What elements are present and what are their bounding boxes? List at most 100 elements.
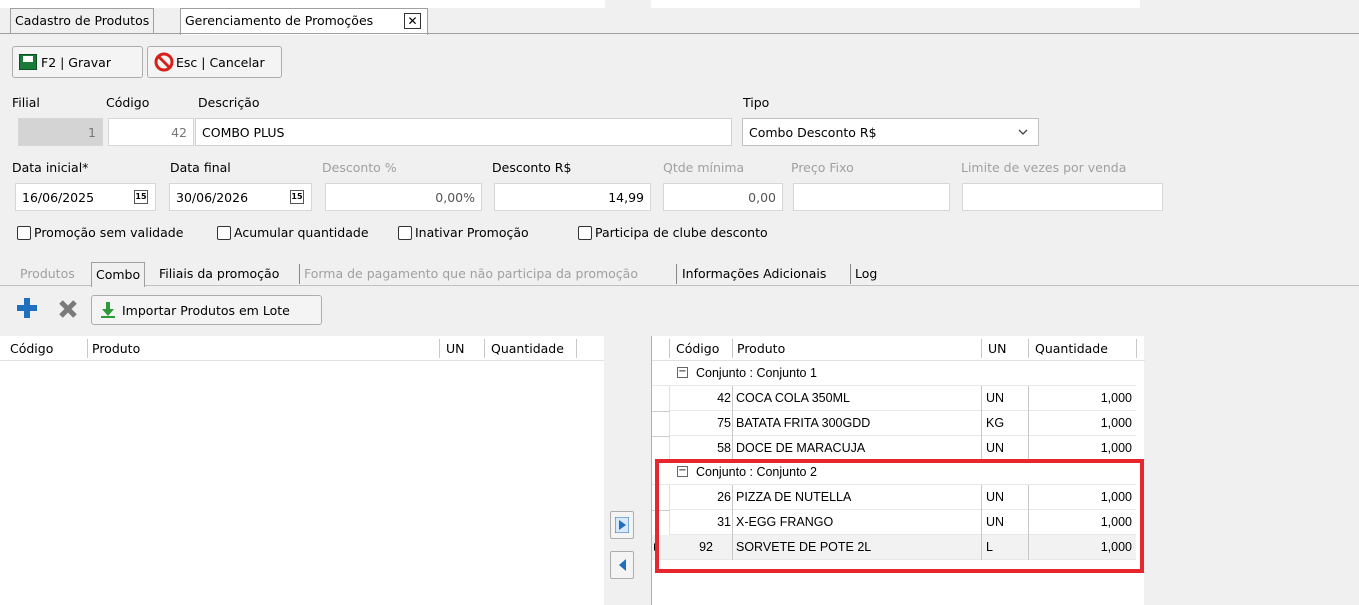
- table-row[interactable]: 26 PIZZA DE NUTELLA UN 1,000: [670, 485, 1136, 510]
- subtab-filiais[interactable]: Filiais da promoção: [157, 262, 281, 286]
- table-row-selected[interactable]: 92 SORVETE DE POTE 2L L 1,000: [652, 535, 1136, 560]
- left-grid[interactable]: Código Produto UN Quantidade: [0, 336, 604, 605]
- col-separator: [484, 339, 485, 358]
- table-row[interactable]: 75 BATATA FRITA 300GDD KG 1,000: [670, 411, 1136, 436]
- descricao-field[interactable]: COMBO PLUS: [195, 118, 732, 146]
- data-inicial-label: Data inicial*: [12, 160, 89, 175]
- subtab-separator: [299, 264, 300, 284]
- checkbox-label: Participa de clube desconto: [595, 225, 768, 240]
- group-row-conjunto-1[interactable]: − Conjunto : Conjunto 1: [652, 362, 1136, 386]
- col-separator: [1028, 411, 1029, 436]
- col-separator: [1028, 339, 1029, 358]
- promocao-sem-validade-checkbox[interactable]: Promoção sem validade: [17, 225, 183, 240]
- row-divider: [652, 510, 670, 511]
- delete-icon[interactable]: [57, 298, 79, 320]
- subtab-combo[interactable]: Combo: [91, 262, 146, 287]
- acumular-quantidade-checkbox[interactable]: Acumular quantidade: [217, 225, 369, 240]
- col-header-un[interactable]: UN: [988, 341, 1007, 356]
- col-header-un[interactable]: UN: [446, 341, 465, 356]
- top-strip-segment: [605, 0, 651, 8]
- inativar-promocao-checkbox[interactable]: Inativar Promoção: [398, 225, 529, 240]
- right-grid[interactable]: Código Produto UN Quantidade − Conjunto …: [651, 336, 1145, 605]
- participa-clube-checkbox[interactable]: Participa de clube desconto: [578, 225, 768, 240]
- top-strip: [0, 0, 1359, 8]
- checkbox-box: [398, 225, 412, 240]
- table-row[interactable]: 31 X-EGG FRANGO UN 1,000: [670, 510, 1136, 535]
- group-row-conjunto-2[interactable]: − Conjunto : Conjunto 2: [652, 461, 1136, 485]
- subtab-separator: [676, 264, 677, 284]
- subtab-label: Produtos: [20, 266, 75, 281]
- row-code: 31: [717, 515, 731, 529]
- codigo-field[interactable]: 42: [108, 118, 194, 146]
- col-header-quantidade[interactable]: Quantidade: [1035, 341, 1108, 356]
- qtde-minima-field[interactable]: 0,00: [663, 183, 783, 211]
- desconto-rs-value: 14,99: [608, 189, 644, 205]
- chevron-down-icon: [1018, 129, 1028, 135]
- col-header-produto[interactable]: Produto: [92, 341, 140, 356]
- top-strip-segment: [1140, 0, 1359, 8]
- data-inicial-field[interactable]: 16/06/2025 15: [15, 183, 156, 211]
- col-separator: [981, 485, 982, 510]
- table-row[interactable]: 58 DOCE DE MARACUJA UN 1,000: [670, 436, 1136, 461]
- codigo-label: Código: [106, 95, 150, 110]
- subtab-separator: [850, 264, 851, 284]
- tab-gerenciamento-promocoes[interactable]: Gerenciamento de Promoções ✕: [180, 8, 428, 35]
- group-label: Conjunto : Conjunto 1: [696, 366, 817, 380]
- save-button[interactable]: F2 | Gravar: [12, 46, 143, 78]
- calendar-icon[interactable]: 15: [290, 190, 304, 204]
- row-un: UN: [986, 515, 1005, 529]
- col-separator: [981, 386, 982, 411]
- cancel-icon: [154, 52, 174, 72]
- row-un: UN: [986, 490, 1005, 504]
- checkbox-box: [578, 225, 592, 240]
- move-right-button[interactable]: [610, 511, 634, 539]
- subtab-produtos[interactable]: Produtos: [18, 262, 77, 286]
- add-icon[interactable]: [15, 296, 39, 320]
- col-header-codigo[interactable]: Código: [676, 341, 719, 356]
- import-icon: [101, 302, 115, 318]
- col-separator: [732, 339, 733, 358]
- tab-cadastro-produtos[interactable]: Cadastro de Produtos: [10, 8, 155, 34]
- col-separator: [1028, 436, 1029, 461]
- desconto-pct-value: 0,00%: [435, 189, 475, 205]
- tipo-select[interactable]: Combo Desconto R$: [742, 118, 1039, 146]
- collapse-icon[interactable]: −: [677, 367, 688, 378]
- subtab-log[interactable]: Log: [853, 262, 879, 286]
- desconto-rs-field[interactable]: 14,99: [494, 183, 651, 211]
- col-header-codigo[interactable]: Código: [10, 341, 53, 356]
- filial-field[interactable]: 1: [18, 118, 103, 146]
- subtab-forma-pagamento[interactable]: Forma de pagamento que não participa da …: [302, 262, 640, 286]
- col-header-quantidade[interactable]: Quantidade: [491, 341, 564, 356]
- col-separator: [732, 411, 733, 436]
- row-un: KG: [986, 416, 1005, 430]
- data-final-field[interactable]: 30/06/2026 15: [169, 183, 312, 211]
- limite-vezes-label: Limite de vezes por venda: [961, 160, 1127, 175]
- cancel-label: Esc | Cancelar: [176, 54, 265, 70]
- group-label: Conjunto : Conjunto 2: [696, 465, 817, 479]
- col-separator: [981, 510, 982, 535]
- subtab-informacoes[interactable]: Informações Adicionais: [680, 262, 828, 286]
- row-qty: 1,000: [1100, 515, 1132, 529]
- qtde-minima-label: Qtde mínima: [663, 160, 745, 175]
- import-products-button[interactable]: Importar Produtos em Lote: [91, 295, 322, 325]
- table-row[interactable]: 42 COCA COLA 350ML UN 1,000: [670, 386, 1136, 411]
- cancel-button[interactable]: Esc | Cancelar: [147, 46, 282, 78]
- close-icon[interactable]: ✕: [404, 13, 421, 29]
- data-final-label: Data final: [170, 160, 231, 175]
- collapse-icon[interactable]: −: [677, 466, 688, 477]
- preco-fixo-field[interactable]: [793, 183, 950, 211]
- move-left-button[interactable]: [610, 551, 634, 579]
- col-separator: [981, 436, 982, 461]
- desconto-pct-field[interactable]: 0,00%: [325, 183, 482, 211]
- codigo-value: 42: [171, 124, 187, 140]
- limite-vezes-field[interactable]: [962, 183, 1163, 211]
- col-header-produto[interactable]: Produto: [737, 341, 785, 356]
- tipo-label: Tipo: [743, 95, 770, 110]
- checkbox-label: Promoção sem validade: [34, 225, 184, 240]
- desconto-rs-label: Desconto R$: [492, 160, 572, 175]
- calendar-icon[interactable]: 15: [134, 190, 148, 204]
- row-un: UN: [986, 391, 1005, 405]
- save-label: F2 | Gravar: [41, 54, 111, 70]
- subtab-label: Filiais da promoção: [159, 266, 280, 281]
- preco-fixo-label: Preço Fixo: [791, 160, 854, 175]
